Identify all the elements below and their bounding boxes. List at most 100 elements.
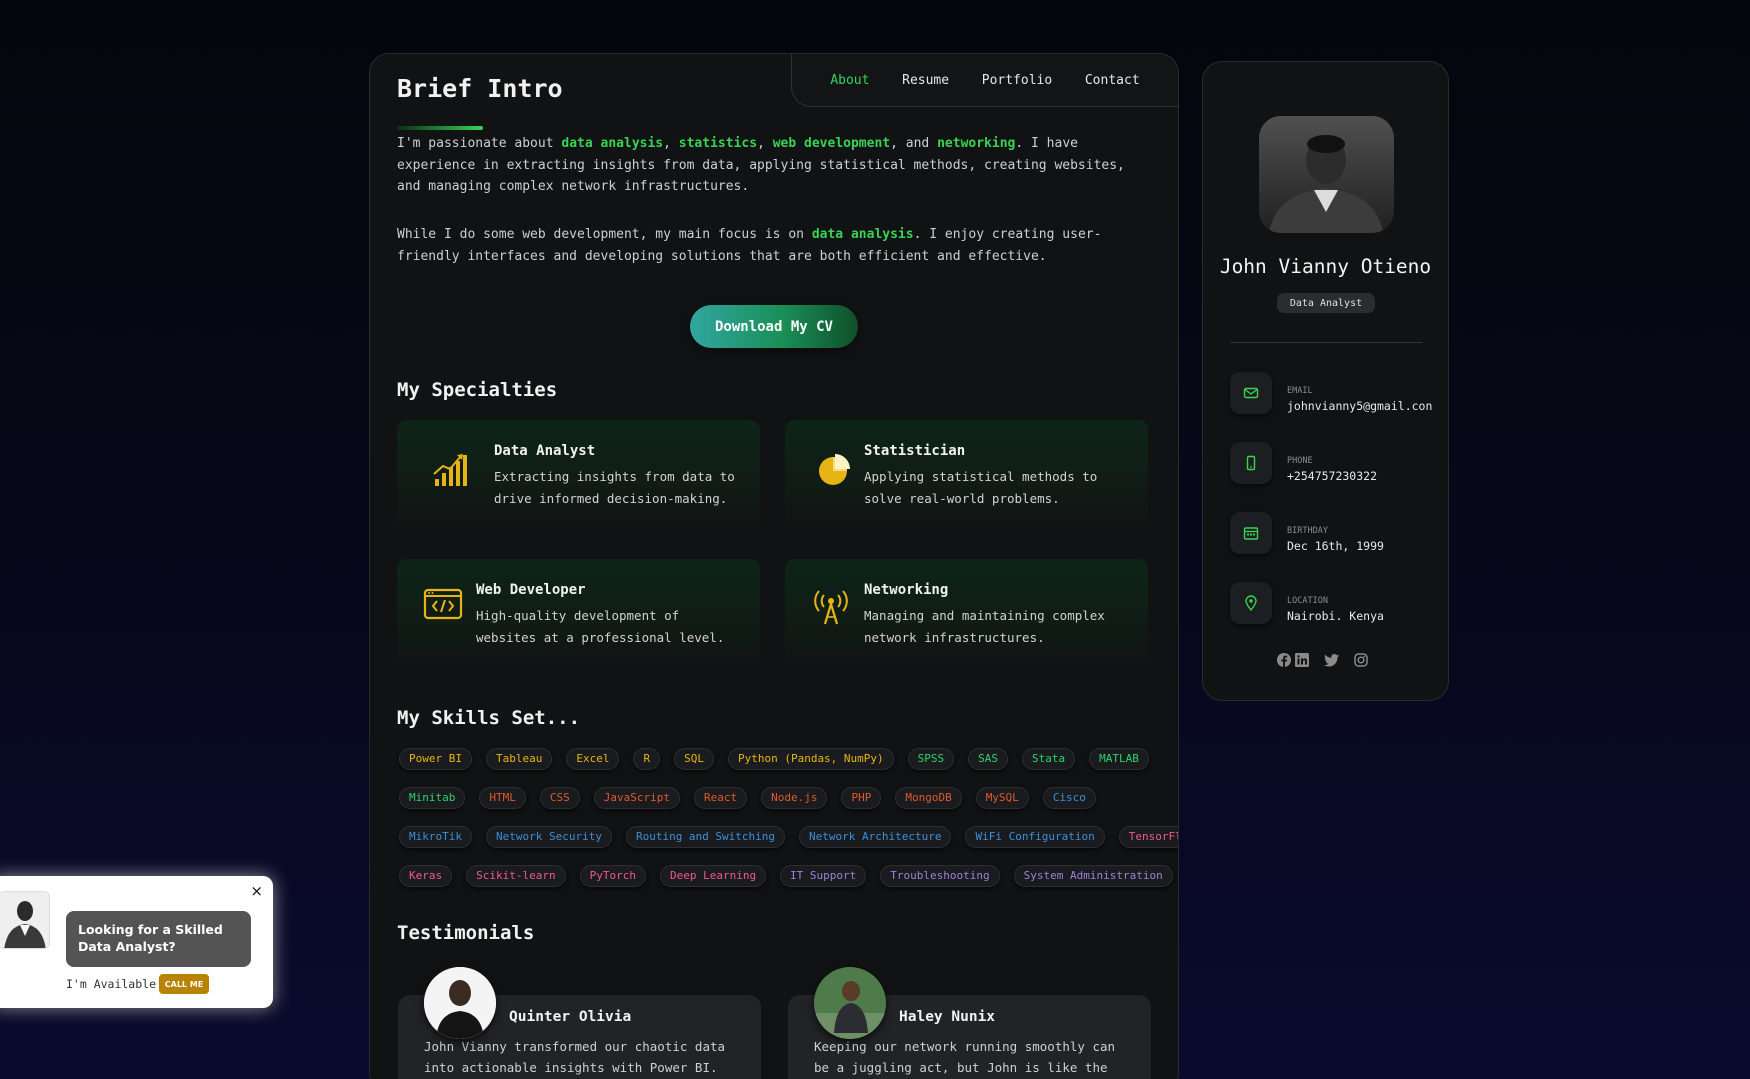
specialty-title: Web Developer — [476, 582, 586, 598]
skill-chip: MikroTik — [399, 826, 472, 848]
skills-list: Power BI Tableau Excel R SQL Python (Pandas, … — [399, 748, 1178, 904]
location-pin-icon — [1230, 582, 1272, 624]
skill-chip: HTML — [479, 787, 526, 809]
skill-chip: Cisco — [1042, 787, 1096, 809]
skill-chip: Minitab — [399, 787, 466, 809]
skill-chip: SPSS — [907, 748, 955, 770]
specialty-card-web-developer: Web Developer High-quality development o… — [397, 559, 760, 671]
skill-chip: React — [693, 787, 748, 809]
download-cv-button[interactable]: Download My CV — [690, 305, 858, 348]
contact-label: BIRTHDAY — [1287, 526, 1328, 536]
title-underline — [397, 126, 483, 130]
specialty-title: Data Analyst — [494, 443, 596, 459]
testimonial-avatar — [814, 967, 886, 1039]
specialty-card-statistician: Statistician Applying statistical method… — [785, 420, 1148, 532]
testimonial-name: Quinter Olivia — [509, 1009, 632, 1025]
skill-chip: PHP — [841, 787, 882, 809]
profile-role-badge: Data Analyst — [1277, 293, 1375, 313]
skill-chip: JavaScript — [593, 787, 680, 809]
phone-icon — [1230, 442, 1272, 484]
skill-chip: SAS — [968, 748, 1009, 770]
nav-resume[interactable]: Resume — [902, 73, 949, 88]
skill-chip: R — [633, 748, 661, 770]
skill-chip: Node.js — [761, 787, 828, 809]
skill-row: MikroTik Network Security Routing and Swit… — [399, 826, 1178, 848]
skill-chip: PyTorch — [579, 865, 646, 887]
contact-label: LOCATION — [1287, 596, 1328, 606]
popup-avatar — [0, 891, 50, 949]
specialty-desc: Applying statistical methods to solve re… — [864, 469, 1098, 506]
skill-chip: MATLAB — [1089, 748, 1149, 770]
phone-link[interactable]: +254757230322 — [1287, 469, 1377, 483]
profile-sidebar: John Vianny Otieno Data Analyst EMAIL jo… — [1202, 61, 1449, 701]
about-title: Brief Intro — [397, 74, 563, 103]
specialty-title: Networking — [864, 582, 949, 598]
skill-chip: CSS — [539, 787, 580, 809]
close-icon[interactable]: × — [250, 882, 263, 900]
skill-row: Keras Scikit-learn PyTorch Deep Learning IT … — [399, 865, 1173, 887]
skill-chip: Network Architecture — [799, 826, 952, 848]
skill-chip: TensorFlow — [1118, 826, 1178, 848]
top-navbar: About Resume Portfolio Contact — [791, 54, 1178, 107]
skill-chip: System Administration — [1013, 865, 1173, 887]
popup-message: Looking for a Skilled Data Analyst? — [66, 911, 251, 967]
facebook-icon[interactable] — [1276, 652, 1292, 668]
email-link[interactable]: johnvianny5@gmail.con — [1287, 399, 1432, 413]
specialty-desc: Managing and maintaining complex network… — [864, 608, 1105, 645]
linkedin-icon[interactable] — [1294, 652, 1310, 668]
antenna-icon — [814, 590, 848, 625]
skill-chip: Keras — [399, 865, 453, 887]
code-window-icon — [423, 588, 463, 620]
skill-chip: Tableau — [485, 748, 553, 770]
twitter-icon[interactable] — [1324, 652, 1340, 668]
availability-popup: × Looking for a Skilled Data Analyst? I'… — [0, 876, 273, 1008]
call-me-button[interactable]: CALL ME — [159, 974, 209, 994]
nav-contact[interactable]: Contact — [1085, 73, 1140, 88]
skill-chip: Deep Learning — [659, 865, 767, 887]
birthday-value: Dec 16th, 1999 — [1287, 539, 1384, 553]
about-article: About Resume Portfolio Contact Brief Int… — [369, 53, 1179, 1079]
pie-chart-icon — [819, 454, 850, 485]
skill-chip: MySQL — [975, 787, 1029, 809]
sidebar-divider — [1230, 342, 1422, 343]
skill-chip: IT Support — [780, 865, 867, 887]
skills-title: My Skills Set... — [397, 707, 581, 729]
testimonials-title: Testimonials — [397, 922, 535, 944]
bar-chart-icon — [433, 454, 467, 486]
intro-paragraph-1: I'm passionate about data analysis, stat… — [397, 136, 1125, 194]
skill-chip: Excel — [566, 748, 620, 770]
profile-avatar — [1259, 116, 1394, 233]
specialty-desc: High-quality development of websites at … — [476, 608, 725, 645]
nav-portfolio[interactable]: Portfolio — [982, 73, 1052, 88]
skill-row: Power BI Tableau Excel R SQL Python (Pandas, … — [399, 748, 1159, 770]
instagram-icon[interactable] — [1353, 652, 1369, 668]
contact-label: PHONE — [1287, 456, 1313, 466]
testimonial-name: Haley Nunix — [899, 1009, 996, 1025]
skill-chip: MongoDB — [895, 787, 962, 809]
specialty-card-data-analyst: Data Analyst Extracting insights from da… — [397, 420, 760, 532]
nav-about[interactable]: About — [830, 73, 869, 88]
skill-chip: WiFi Configuration — [965, 826, 1105, 848]
specialty-desc: Extracting insights from data to drive i… — [494, 469, 735, 506]
specialty-title: Statistician — [864, 443, 966, 459]
skill-chip: Python (Pandas, NumPy) — [727, 748, 894, 770]
skill-row: Minitab HTML CSS JavaScript React Node.js PHP M… — [399, 787, 1159, 809]
skill-chip: Network Security — [485, 826, 612, 848]
skill-chip: Power BI — [399, 748, 472, 770]
skill-chip: Stata — [1022, 748, 1076, 770]
mail-icon — [1230, 372, 1272, 414]
testimonial-text: John Vianny transformed our chaotic data… — [424, 1039, 726, 1075]
intro-paragraph-2: While I do some web development, my main… — [397, 227, 1102, 264]
specialties-title: My Specialties — [397, 379, 558, 401]
contact-label: EMAIL — [1287, 386, 1313, 396]
profile-name: John Vianny Otieno — [1219, 255, 1432, 278]
specialty-card-networking: Networking Managing and maintaining comp… — [785, 559, 1148, 671]
popup-available-text: I'm Available! — [66, 977, 163, 991]
testimonial-text: Keeping our network running smoothly can… — [814, 1039, 1116, 1075]
location-value: Nairobi. Kenya — [1287, 609, 1384, 623]
skill-chip: SQL — [674, 748, 714, 770]
skill-chip: Routing and Switching — [625, 826, 786, 848]
skill-chip: Troubleshooting — [880, 865, 1000, 887]
skill-chip: Scikit-learn — [466, 865, 566, 887]
testimonial-avatar — [424, 967, 496, 1039]
